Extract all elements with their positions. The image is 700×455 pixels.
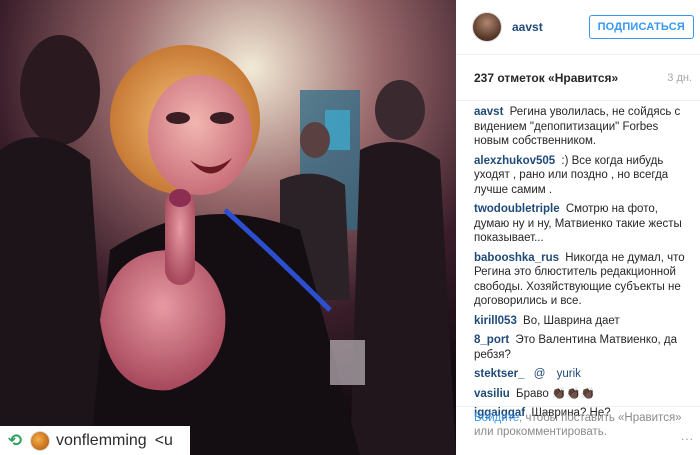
comment: aavst Регина уволилась, не сойдясь с вид… xyxy=(474,105,690,149)
comment: 8_port Это Валентина Матвиенко, да ребзя… xyxy=(474,333,690,362)
likes-count[interactable]: 237 отметок «Нравится» xyxy=(474,71,618,85)
post-username[interactable]: aavst xyxy=(512,20,589,34)
avatar[interactable] xyxy=(472,12,502,42)
tagged-user[interactable]: yurik xyxy=(557,368,581,380)
comment-user[interactable]: babooshka_rus xyxy=(474,252,559,264)
post-sidebar: aavst ПОДПИСАТЬСЯ 237 отметок «Нравится»… xyxy=(456,0,700,455)
comment-user[interactable]: alexzhukov505 xyxy=(474,155,555,167)
comment-tag-row: stektser_ @ yurik xyxy=(474,367,690,382)
comment: kirill053 Во, Шаврина дает xyxy=(474,314,690,329)
post-photo[interactable]: ⟲ vonflemming <u xyxy=(0,0,456,455)
repost-icon: ⟲ xyxy=(7,430,23,450)
comment-user[interactable]: aavst xyxy=(474,106,503,118)
more-options-icon[interactable]: ... xyxy=(681,429,694,443)
comments-list: aavst Регина уволилась, не сойдясь с вид… xyxy=(456,101,700,421)
mention-symbol: @ xyxy=(533,368,546,380)
post-header: aavst ПОДПИСАТЬСЯ xyxy=(456,0,700,55)
comment-user[interactable]: vasiliu xyxy=(474,388,510,400)
comment-user[interactable]: kirill053 xyxy=(474,315,517,327)
comment: alexzhukov505 :) Все когда нибудь уходят… xyxy=(474,154,690,198)
comment-text: Во, Шаврина дает xyxy=(523,314,620,327)
login-prompt: Войдите, чтобы поставить «Нравится» или … xyxy=(456,406,700,455)
post-time[interactable]: 3 дн. xyxy=(667,72,692,84)
repost-bar: ⟲ vonflemming <u xyxy=(0,426,190,455)
comment-text: Браво 👏🏿👏🏿👏🏿 xyxy=(516,387,595,400)
likes-row: 237 отметок «Нравится» 3 дн. xyxy=(456,55,700,101)
comment: vasiliu Браво 👏🏿👏🏿👏🏿 xyxy=(474,387,690,402)
repost-suffix: <u xyxy=(154,431,173,449)
repost-username: vonflemming xyxy=(56,431,147,449)
comment-user[interactable]: twodoubletriple xyxy=(474,203,560,215)
comment-text: Регина уволилась, не сойдясь с видением … xyxy=(474,106,681,147)
comment: twodoubletriple Смотрю на фото, думаю ну… xyxy=(474,202,690,246)
comment-user[interactable]: 8_port xyxy=(474,334,509,346)
comment-user[interactable]: stektser_ xyxy=(474,368,525,380)
follow-button[interactable]: ПОДПИСАТЬСЯ xyxy=(588,15,694,39)
login-link[interactable]: Войдите xyxy=(474,412,519,424)
comment: babooshka_rus Никогда не думал, что Реги… xyxy=(474,251,690,309)
repost-avatar xyxy=(30,430,50,451)
photo-image xyxy=(0,0,456,455)
